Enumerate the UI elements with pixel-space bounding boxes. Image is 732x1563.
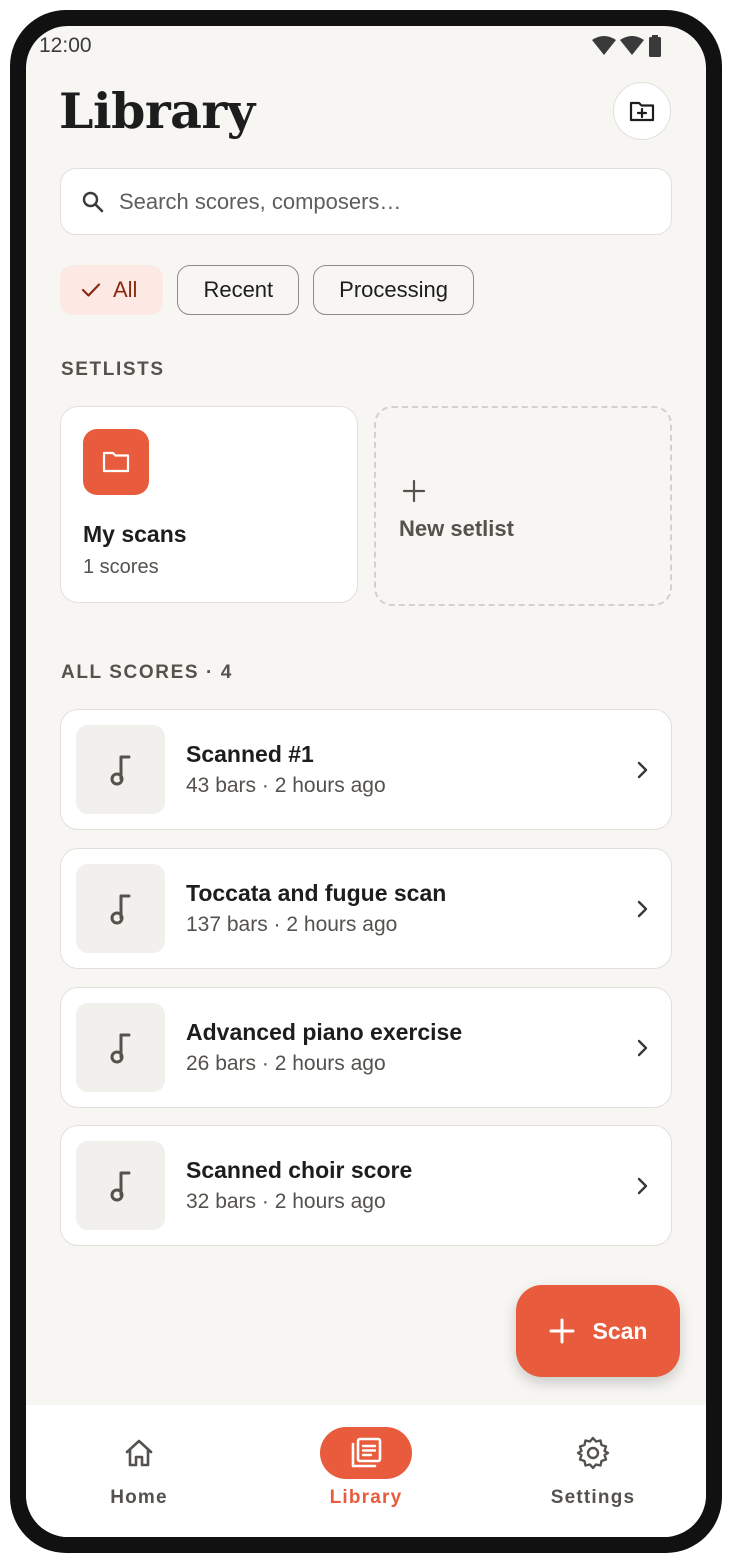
library-icon — [320, 1427, 412, 1479]
chevron-right-icon — [637, 900, 648, 918]
score-title: Advanced piano exercise — [186, 1019, 463, 1045]
filter-chip-processing[interactable]: Processing — [313, 265, 475, 315]
setlist-name: My scans — [83, 521, 187, 547]
score-row[interactable]: Toccata and fugue scan 137 bars · 2 hour… — [60, 848, 672, 969]
score-meta: 26 bars · 2 hours ago — [186, 1052, 386, 1075]
filter-chip-label: Recent — [203, 277, 274, 302]
chevron-right-icon — [637, 1177, 648, 1195]
check-icon — [81, 282, 101, 298]
nav-item-home[interactable]: Home — [26, 1405, 252, 1537]
battery-icon — [649, 35, 661, 57]
filter-chip-all[interactable]: All — [60, 265, 164, 315]
page-title: Library — [59, 82, 255, 140]
score-title: Toccata and fugue scan — [186, 880, 447, 906]
score-title: Scanned #1 — [186, 741, 314, 767]
score-meta: 137 bars · 2 hours ago — [186, 913, 398, 936]
score-meta: 43 bars · 2 hours ago — [186, 774, 386, 797]
nav-item-library[interactable]: Library — [253, 1405, 479, 1537]
status-bar: 12:00 — [26, 26, 706, 66]
status-time: 12:00 — [39, 34, 92, 57]
score-meta: 32 bars · 2 hours ago — [186, 1190, 386, 1213]
score-row[interactable]: Scanned #1 43 bars · 2 hours ago — [60, 709, 672, 830]
plus-icon — [402, 479, 426, 503]
filter-chip-label: Processing — [339, 277, 449, 302]
filter-chips: All Recent Processing — [60, 265, 475, 315]
setlist-card[interactable]: My scans 1 scores — [60, 406, 358, 603]
filter-chip-recent[interactable]: Recent — [177, 265, 300, 315]
chevron-right-icon — [637, 1039, 648, 1057]
score-title: Scanned choir score — [186, 1157, 413, 1183]
search-bar[interactable] — [60, 168, 672, 235]
screen: 12:00 Library Search scores, composers… … — [26, 26, 706, 1537]
scan-fab-button[interactable]: Scan — [516, 1285, 680, 1377]
nav-label: Home — [110, 1487, 168, 1508]
folder-add-icon — [629, 101, 655, 122]
new-folder-button[interactable] — [613, 82, 671, 140]
chevron-right-icon — [637, 761, 648, 779]
setlist-count: 1 scores — [83, 556, 159, 578]
folder-icon — [83, 429, 149, 495]
nav-item-settings[interactable]: Settings — [480, 1405, 706, 1537]
music-note-icon — [76, 725, 165, 814]
device-frame: 12:00 Library Search scores, composers… … — [10, 10, 722, 1553]
new-setlist-label: New setlist — [399, 516, 514, 541]
status-icons — [592, 35, 662, 57]
filter-chip-label: All — [113, 277, 138, 302]
scan-fab-label: Scan — [592, 1317, 648, 1344]
nav-label: Settings — [550, 1487, 636, 1508]
bottom-nav: Home Library Settings — [26, 1405, 706, 1537]
music-note-icon — [76, 1003, 165, 1092]
plus-icon — [549, 1318, 574, 1344]
nav-label: Library — [329, 1487, 403, 1508]
gear-icon — [547, 1427, 639, 1479]
signal-icon — [620, 36, 644, 55]
score-row[interactable]: Scanned choir score 32 bars · 2 hours ag… — [60, 1125, 672, 1246]
setlists-heading: SETLISTS — [61, 359, 165, 380]
search-icon — [82, 191, 104, 212]
all-scores-heading: ALL SCORES · 4 — [61, 662, 233, 683]
new-setlist-button[interactable]: New setlist — [374, 406, 672, 606]
wifi-icon — [592, 36, 616, 55]
music-note-icon — [76, 1141, 165, 1230]
home-icon — [93, 1427, 185, 1479]
search-input[interactable] — [119, 188, 639, 215]
score-row[interactable]: Advanced piano exercise 26 bars · 2 hour… — [60, 987, 672, 1108]
music-note-icon — [76, 864, 165, 953]
